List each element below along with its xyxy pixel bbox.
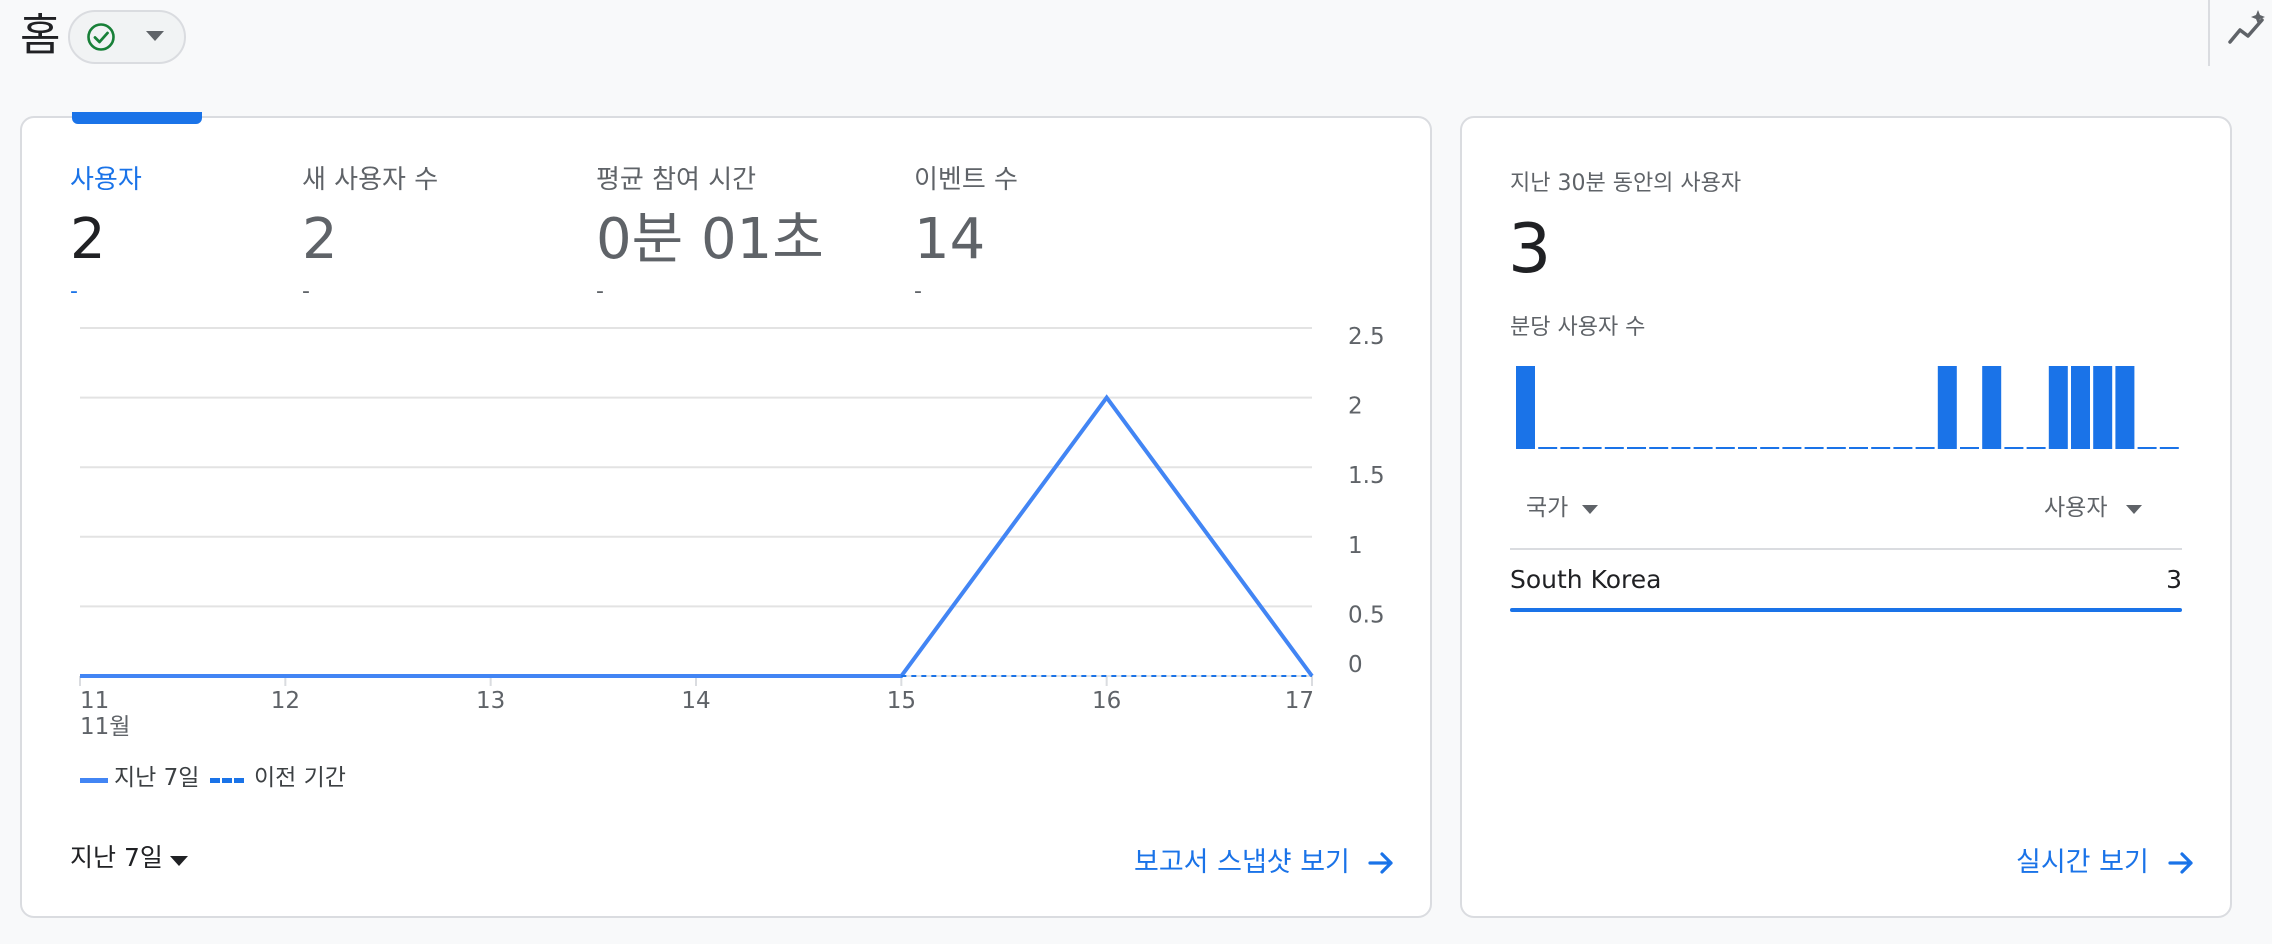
legend-swatch-current [80, 778, 108, 783]
chevron-down-icon[interactable] [170, 856, 188, 866]
country-column-header[interactable]: 국가 [1526, 494, 1616, 524]
view-snapshot-link[interactable]: 보고서 스냅샷 보기 [1134, 846, 1398, 884]
chart-legend: 지난 7일 이전 기간 [80, 764, 380, 794]
users-column-header[interactable]: 사용자 [2044, 494, 2144, 524]
property-status-dropdown[interactable] [68, 10, 186, 64]
table-row-share-bar [1510, 608, 2182, 612]
metric-tab-avg-engagement[interactable]: 평균 참여 시간 0분 01초 - [596, 164, 896, 308]
metric-value: 14 [914, 207, 986, 272]
col-header-label: 국가 [1526, 495, 1569, 521]
view-realtime-label: 실시간 보기 [2016, 847, 2149, 878]
legend-label-previous: 이전 기간 [254, 765, 346, 791]
check-circle-icon [87, 23, 115, 51]
metric-label: 평균 참여 시간 [596, 165, 757, 195]
col-header-label: 사용자 [2044, 495, 2108, 521]
active-tab-indicator [72, 112, 202, 124]
metric-label: 새 사용자 수 [302, 165, 439, 195]
header-divider [2208, 0, 2210, 66]
metric-value: 2 [70, 207, 106, 272]
legend-label-current: 지난 7일 [114, 765, 200, 791]
chevron-down-icon [146, 31, 164, 41]
metric-delta: - [596, 279, 604, 304]
metric-tab-users[interactable]: 사용자 2 - [70, 164, 280, 308]
realtime-title: 지난 30분 동안의 사용자 [1510, 171, 1742, 196]
insights-icon[interactable] [2228, 8, 2272, 48]
metric-label: 이벤트 수 [914, 165, 1018, 195]
view-snapshot-label: 보고서 스냅샷 보기 [1134, 847, 1350, 878]
metric-delta: - [914, 279, 922, 304]
arrow-right-icon [1368, 852, 1393, 874]
metric-label: 사용자 [70, 165, 142, 195]
date-range-selector[interactable]: 지난 7일 [70, 842, 163, 874]
metric-value: 2 [302, 207, 338, 272]
arrow-right-icon [2168, 852, 2193, 874]
metric-tab-new-users[interactable]: 새 사용자 수 2 - [302, 164, 562, 308]
metric-tab-event-count[interactable]: 이벤트 수 14 - [914, 164, 1114, 308]
table-row-value: 3 [2166, 565, 2182, 594]
per-minute-label: 분당 사용자 수 [1510, 315, 1646, 340]
chevron-down-icon [1582, 505, 1598, 514]
legend-swatch-previous [210, 778, 244, 783]
view-realtime-link[interactable]: 실시간 보기 [2016, 846, 2196, 884]
table-divider [1510, 548, 2182, 550]
chevron-down-icon [2126, 505, 2142, 514]
realtime-value: 3 [1508, 210, 1552, 289]
metric-delta: - [302, 279, 310, 304]
table-row-country: South Korea [1510, 565, 1662, 594]
metric-delta: - [70, 279, 78, 304]
page-title: 홈 [20, 10, 61, 61]
metric-value: 0분 01초 [596, 207, 824, 272]
